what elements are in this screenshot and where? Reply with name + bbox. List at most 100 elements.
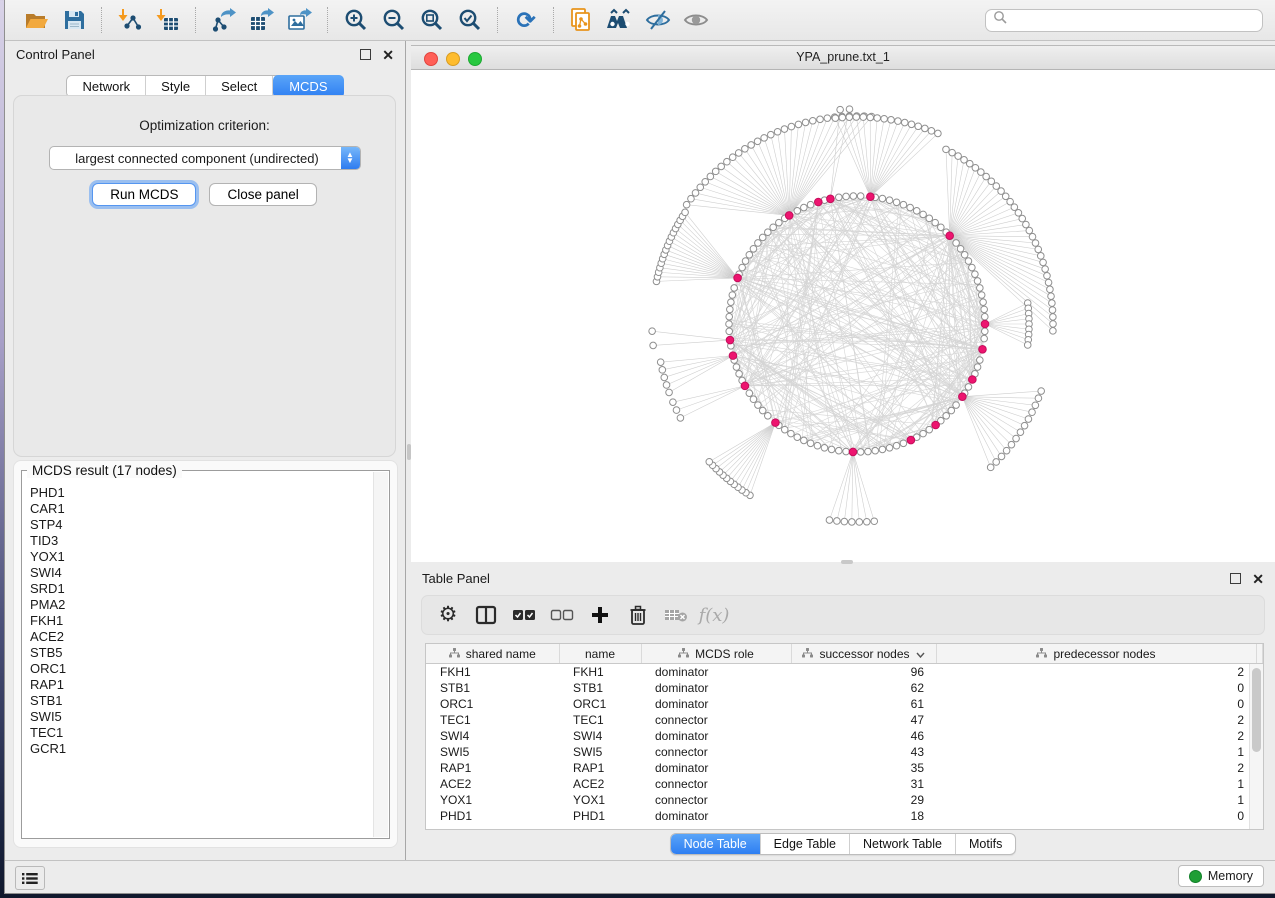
table-cell[interactable]: FKH1 — [559, 664, 641, 681]
zoom-out-icon[interactable] — [379, 6, 409, 34]
table-cell[interactable]: dominator — [641, 696, 791, 712]
column-header[interactable]: MCDS role — [641, 644, 791, 664]
table-cell[interactable]: TEC1 — [559, 712, 641, 728]
table-cell[interactable]: connector — [641, 744, 791, 760]
refresh-icon[interactable]: ⟳ — [511, 6, 541, 34]
table-cell[interactable]: connector — [641, 712, 791, 728]
import-table-icon[interactable] — [153, 6, 183, 34]
table-cell[interactable]: dominator — [641, 664, 791, 681]
mcds-result-item[interactable]: STB5 — [30, 645, 373, 661]
table-cell[interactable]: 35 — [791, 760, 936, 776]
table-cell[interactable]: 2 — [936, 728, 1256, 744]
search-input[interactable] — [985, 9, 1263, 32]
mcds-result-item[interactable]: ACE2 — [30, 629, 373, 645]
table-cell[interactable]: 31 — [791, 776, 936, 792]
table-cell[interactable]: dominator — [641, 680, 791, 696]
tab-edge-table[interactable]: Edge Table — [761, 834, 850, 854]
table-cell[interactable]: 2 — [936, 712, 1256, 728]
table-row[interactable]: YOX1YOX1connector291 — [426, 792, 1263, 808]
close-panel-button[interactable]: Close panel — [209, 183, 316, 206]
zoom-selected-icon[interactable] — [455, 6, 485, 34]
import-network-icon[interactable] — [115, 6, 145, 34]
mcds-result-item[interactable]: TEC1 — [30, 725, 373, 741]
table-cell[interactable]: ORC1 — [559, 696, 641, 712]
close-table-panel-icon[interactable]: ✕ — [1252, 574, 1264, 584]
table-cell[interactable]: PHD1 — [559, 808, 641, 824]
table-cell[interactable]: FKH1 — [426, 664, 559, 681]
table-row[interactable]: ACE2ACE2connector311 — [426, 776, 1263, 792]
close-panel-icon[interactable]: ✕ — [382, 50, 394, 60]
mcds-result-item[interactable]: GCR1 — [30, 741, 373, 757]
show-column-icon[interactable] — [472, 602, 500, 628]
new-network-from-selection-icon[interactable] — [567, 6, 597, 34]
table-cell[interactable]: 1 — [936, 792, 1256, 808]
mcds-result-item[interactable]: STB1 — [30, 693, 373, 709]
table-cell[interactable]: SWI5 — [426, 744, 559, 760]
table-cell[interactable]: 43 — [791, 744, 936, 760]
table-cell[interactable]: SWI4 — [559, 728, 641, 744]
function-builder-icon[interactable]: f(x) — [700, 602, 728, 628]
table-cell[interactable]: 1 — [936, 776, 1256, 792]
network-canvas[interactable] — [411, 70, 1275, 562]
mcds-result-item[interactable]: FKH1 — [30, 613, 373, 629]
table-cell[interactable]: PHD1 — [426, 808, 559, 824]
table-cell[interactable]: 46 — [791, 728, 936, 744]
table-cell[interactable]: 2 — [936, 760, 1256, 776]
mcds-result-item[interactable]: PMA2 — [30, 597, 373, 613]
export-image-icon[interactable] — [285, 6, 315, 34]
export-network-icon[interactable] — [209, 6, 239, 34]
table-cell[interactable]: STB1 — [426, 680, 559, 696]
hide-selected-icon[interactable] — [643, 6, 673, 34]
table-cell[interactable]: 18 — [791, 808, 936, 824]
mcds-result-item[interactable]: TID3 — [30, 533, 373, 549]
first-neighbors-icon[interactable] — [605, 6, 635, 34]
delete-icon[interactable] — [624, 602, 652, 628]
float-table-panel-icon[interactable] — [1230, 573, 1241, 584]
column-header[interactable]: name — [559, 644, 641, 664]
mcds-result-item[interactable]: SWI4 — [30, 565, 373, 581]
mcds-result-item[interactable]: YOX1 — [30, 549, 373, 565]
table-cell[interactable]: SWI4 — [426, 728, 559, 744]
table-cell[interactable]: 96 — [791, 664, 936, 681]
export-table-icon[interactable] — [247, 6, 277, 34]
mcds-result-item[interactable]: SRD1 — [30, 581, 373, 597]
column-header[interactable]: predecessor nodes — [936, 644, 1256, 664]
zoom-fit-icon[interactable] — [417, 6, 447, 34]
optimization-criterion-select[interactable]: largest connected component (undirected)… — [49, 146, 361, 170]
table-cell[interactable]: ACE2 — [559, 776, 641, 792]
mcds-result-item[interactable]: ORC1 — [30, 661, 373, 677]
table-cell[interactable]: 0 — [936, 680, 1256, 696]
table-settings-icon[interactable]: ⚙ — [434, 602, 462, 628]
deselect-all-checkbox-icon[interactable] — [548, 602, 576, 628]
table-cell[interactable]: STB1 — [559, 680, 641, 696]
task-history-button[interactable] — [15, 866, 45, 890]
table-cell[interactable]: RAP1 — [426, 760, 559, 776]
zoom-in-icon[interactable] — [341, 6, 371, 34]
table-row[interactable]: TEC1TEC1connector472 — [426, 712, 1263, 728]
select-all-checkbox-icon[interactable] — [510, 602, 538, 628]
column-header[interactable]: shared name — [426, 644, 559, 664]
delete-table-icon[interactable] — [662, 602, 690, 628]
mcds-result-item[interactable]: CAR1 — [30, 501, 373, 517]
table-cell[interactable]: 1 — [936, 744, 1256, 760]
table-row[interactable]: SWI5SWI5connector431 — [426, 744, 1263, 760]
table-row[interactable]: PHD1PHD1dominator180 — [426, 808, 1263, 824]
table-cell[interactable]: connector — [641, 792, 791, 808]
table-row[interactable]: STB1STB1dominator620 — [426, 680, 1263, 696]
table-cell[interactable]: connector — [641, 776, 791, 792]
table-scrollbar[interactable] — [1249, 664, 1263, 829]
table-cell[interactable]: dominator — [641, 760, 791, 776]
mcds-result-item[interactable]: RAP1 — [30, 677, 373, 693]
mcds-result-item[interactable]: STP4 — [30, 517, 373, 533]
tab-network[interactable]: Network — [67, 76, 146, 97]
table-cell[interactable]: TEC1 — [426, 712, 559, 728]
window-maximize-icon[interactable] — [468, 52, 482, 66]
table-cell[interactable]: YOX1 — [426, 792, 559, 808]
add-icon[interactable] — [586, 602, 614, 628]
tab-node-table[interactable]: Node Table — [671, 834, 761, 854]
table-cell[interactable]: 62 — [791, 680, 936, 696]
tab-motifs[interactable]: Motifs — [956, 834, 1015, 854]
run-mcds-button[interactable]: Run MCDS — [92, 183, 196, 206]
memory-button[interactable]: Memory — [1178, 865, 1264, 887]
table-cell[interactable]: SWI5 — [559, 744, 641, 760]
